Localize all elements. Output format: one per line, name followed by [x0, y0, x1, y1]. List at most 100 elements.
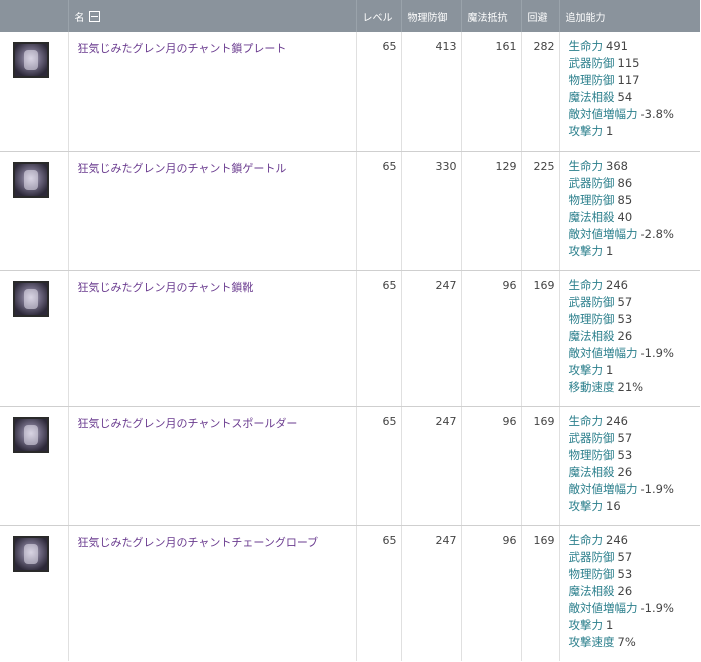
leg-armor-icon[interactable] [13, 161, 49, 198]
shoulder-armor-icon[interactable] [13, 416, 49, 453]
item-level: 65 [356, 151, 402, 271]
item-magic-res: 96 [461, 270, 522, 407]
stat-line: 武器防御 57 [569, 549, 695, 566]
stat-value: 57 [617, 294, 633, 309]
table-header-row: 名 レベル 物理防御 魔法抵抗 回避 追加能力 [0, 0, 700, 32]
stat-line: 生命力 491 [569, 38, 695, 55]
stat-value: 368 [606, 158, 628, 173]
gloves-icon[interactable] [13, 535, 49, 572]
stat-value: 7% [617, 634, 636, 649]
header-icon-column [0, 0, 69, 32]
stat-value: 491 [606, 39, 628, 53]
item-extra-stats: 生命力 246 武器防御 57 物理防御 53 魔法相殺 26 敵対値増幅力 -1.9% 攻撃力 16 [559, 406, 700, 526]
stat-line: 攻撃力 16 [569, 498, 695, 515]
stat-line: 敵対値増幅力 -1.9% [569, 481, 695, 498]
stat-value: 117 [617, 73, 640, 87]
item-evasion: 282 [521, 32, 560, 152]
stat-line: 武器防御 115 [569, 55, 695, 72]
stat-label: 魔法相殺 [568, 583, 615, 598]
stat-value: 246 [606, 413, 628, 428]
header-level[interactable]: レベル [356, 0, 402, 32]
stat-value: -2.8% [640, 226, 674, 241]
header-magic-res[interactable]: 魔法抵抗 [461, 0, 522, 32]
stat-label: 物理防御 [568, 192, 615, 207]
stat-line: 武器防御 86 [569, 175, 695, 192]
item-level: 65 [356, 406, 402, 526]
header-phys-def[interactable]: 物理防御 [401, 0, 462, 32]
stat-value: 26 [617, 328, 633, 343]
item-table-container: 名 レベル 物理防御 魔法抵抗 回避 追加能力 狂気じみたグレン月のチャント鎖プ… [0, 0, 701, 662]
stat-value: 1 [606, 362, 614, 377]
stat-value: -3.8% [640, 107, 674, 121]
stat-value: 246 [606, 532, 628, 547]
stat-line: 敵対値増幅力 -1.9% [569, 600, 695, 617]
stat-line: 魔法相殺 54 [569, 89, 695, 106]
item-icon-cell [0, 270, 69, 407]
table-row[interactable]: 狂気じみたグレン月のチャント鎖ゲートル 65 330 129 225 生命力 368 武器防御… [0, 151, 700, 271]
stat-line: 魔法相殺 40 [569, 209, 695, 226]
stat-line: 魔法相殺 26 [569, 464, 695, 481]
stat-label: 攻撃力 [568, 243, 604, 258]
stat-label: 生命力 [568, 413, 604, 428]
item-evasion: 169 [521, 525, 560, 661]
stat-line: 魔法相殺 26 [569, 583, 695, 600]
stat-value: -1.9% [640, 345, 674, 360]
stat-label: 魔法相殺 [568, 90, 615, 104]
stat-line: 敵対値増幅力 -3.8% [569, 106, 695, 123]
header-name-label[interactable]: 名 [75, 13, 85, 24]
table-row[interactable]: 狂気じみたグレン月のチャント鎖靴 65 247 96 169 生命力 246 武器防御 57 物理… [0, 270, 700, 407]
stat-line: 生命力 246 [569, 532, 695, 549]
stat-label: 物理防御 [568, 566, 615, 581]
stat-line: 物理防御 53 [569, 311, 695, 328]
item-name[interactable]: 狂気じみたグレン月のチャント鎖靴 [68, 270, 357, 407]
header-extra[interactable]: 追加能力 [559, 0, 700, 32]
item-phys-def: 413 [401, 32, 462, 152]
table-row[interactable]: 狂気じみたグレン月のチャントチェーングローブ 65 247 96 169 生命力 246 武器… [0, 525, 700, 661]
stat-value: 53 [617, 311, 633, 326]
item-name[interactable]: 狂気じみたグレン月のチャントスポールダー [68, 406, 357, 526]
stat-label: 武器防御 [568, 549, 615, 564]
stat-value: -1.9% [640, 600, 674, 615]
stat-value: 53 [617, 566, 633, 581]
table-body: 狂気じみたグレン月のチャント鎖プレート 65 413 161 282 生命力 491 武器防御… [0, 32, 700, 661]
stat-label: 物理防御 [568, 447, 615, 462]
stat-label: 武器防御 [568, 294, 615, 309]
item-phys-def: 330 [401, 151, 462, 271]
item-phys-def: 247 [401, 270, 462, 407]
item-magic-res: 96 [461, 525, 522, 661]
stat-line: 物理防御 117 [569, 72, 695, 89]
stat-label: 魔法相殺 [568, 464, 615, 479]
header-evasion[interactable]: 回避 [521, 0, 560, 32]
collapse-icon[interactable] [88, 10, 100, 22]
stat-label: 敵対値増幅力 [568, 226, 638, 241]
table-row[interactable]: 狂気じみたグレン月のチャント鎖プレート 65 413 161 282 生命力 491 武器防御… [0, 32, 700, 152]
stat-label: 攻撃力 [568, 617, 604, 632]
stat-line: 敵対値増幅力 -2.8% [569, 226, 695, 243]
stat-label: 移動速度 [568, 379, 615, 394]
stat-label: 物理防御 [568, 73, 615, 87]
stat-line: 移動速度 21% [569, 379, 695, 396]
item-magic-res: 161 [461, 32, 522, 152]
stat-value: 16 [606, 498, 621, 513]
item-name[interactable]: 狂気じみたグレン月のチャント鎖ゲートル [68, 151, 357, 271]
stat-value: 53 [617, 447, 633, 462]
table-row[interactable]: 狂気じみたグレン月のチャントスポールダー 65 247 96 169 生命力 246 武器防御… [0, 406, 700, 526]
stat-value: 21% [617, 379, 644, 394]
item-extra-stats: 生命力 368 武器防御 86 物理防御 85 魔法相殺 40 敵対値増幅力 -2.8% 攻撃力 1 [559, 151, 700, 271]
item-extra-stats: 生命力 491 武器防御 115 物理防御 117 魔法相殺 54 敵対値増幅力 -3.8% 攻撃力… [559, 32, 700, 152]
stat-line: 生命力 246 [569, 413, 695, 430]
armor-plate-icon[interactable] [13, 42, 49, 78]
stat-label: 物理防御 [568, 311, 615, 326]
stat-value: -1.9% [640, 481, 674, 496]
stat-line: 生命力 368 [569, 158, 695, 175]
stat-value: 40 [617, 209, 633, 224]
item-name[interactable]: 狂気じみたグレン月のチャントチェーングローブ [68, 525, 357, 661]
header-name[interactable]: 名 [68, 0, 357, 32]
item-name[interactable]: 狂気じみたグレン月のチャント鎖プレート [68, 32, 357, 152]
stat-line: 物理防御 85 [569, 192, 695, 209]
stat-label: 敵対値増幅力 [568, 107, 638, 121]
item-level: 65 [356, 32, 402, 152]
boots-icon[interactable] [13, 280, 49, 317]
stat-label: 攻撃力 [568, 362, 604, 377]
stat-label: 武器防御 [568, 430, 615, 445]
